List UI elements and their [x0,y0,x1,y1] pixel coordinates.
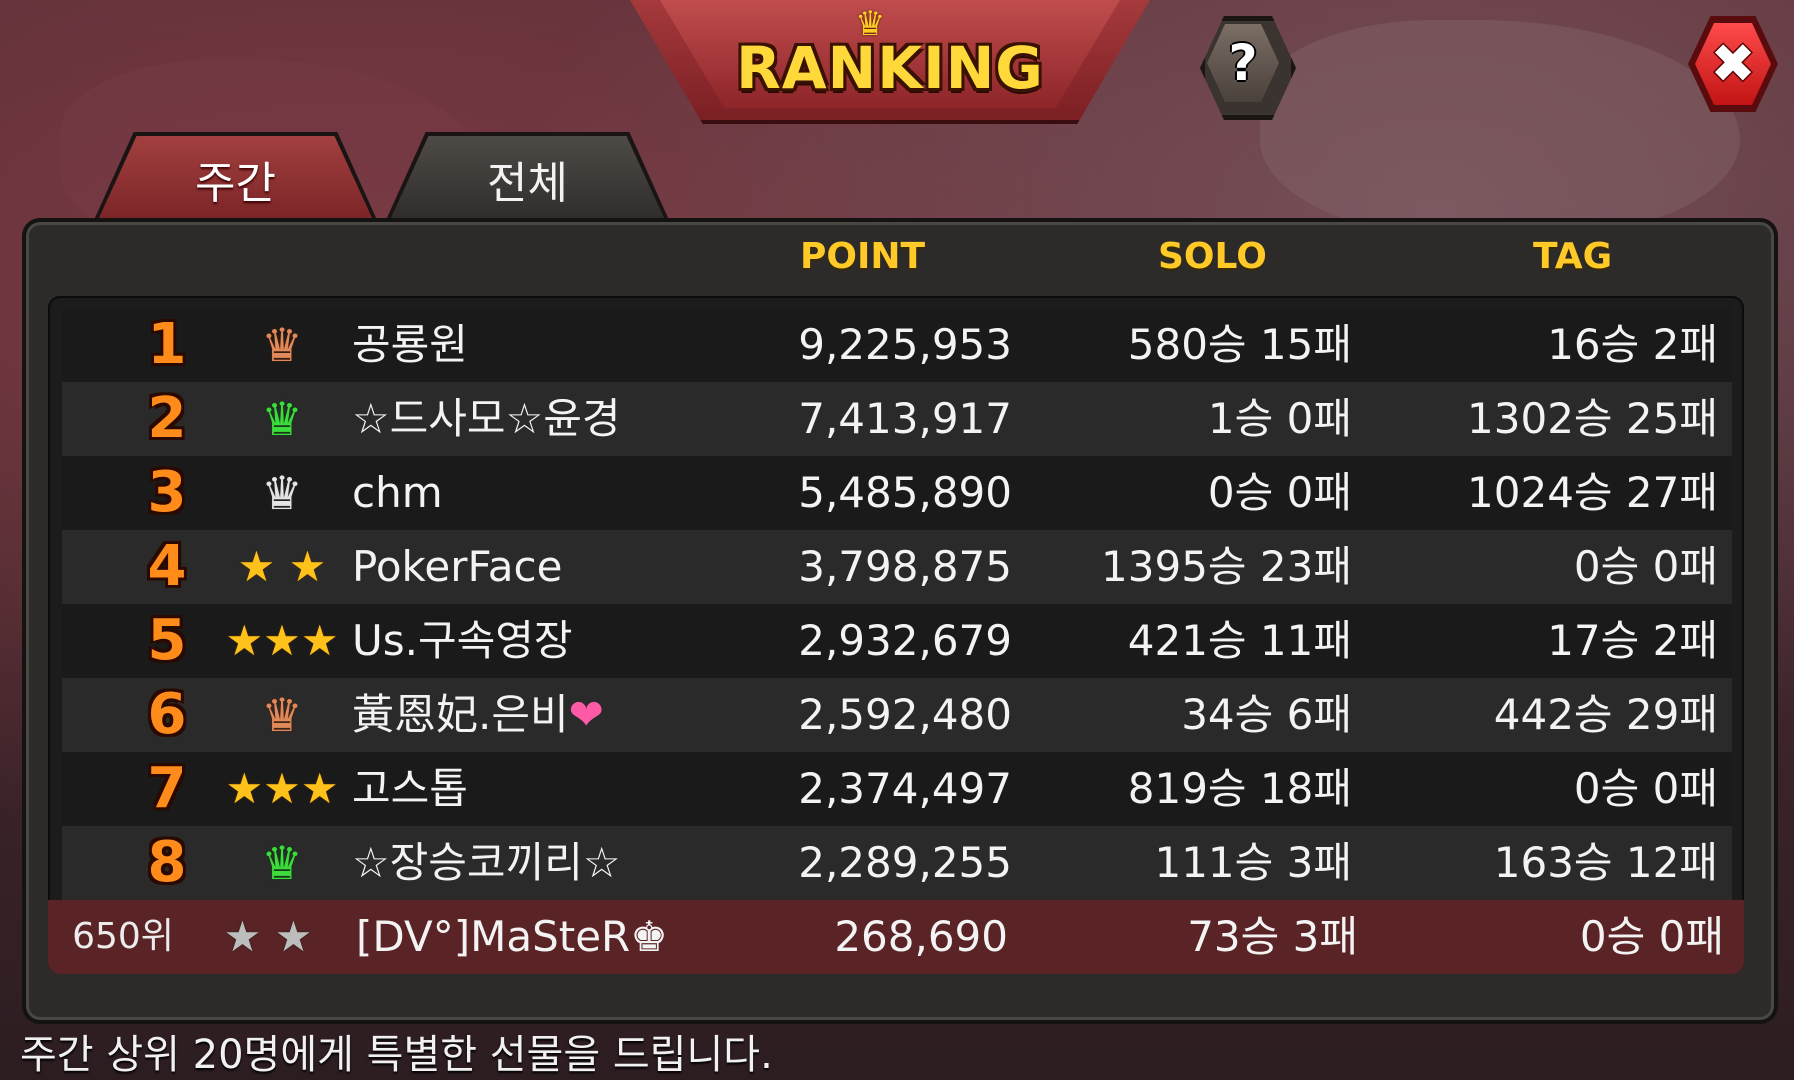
column-header-solo: SOLO [1158,236,1267,277]
green-crown-icon: ♛ [261,836,303,890]
point-value: 2,289,255 [798,838,1012,887]
rank-number: 4 [147,534,187,599]
heart-icon: ❤ [568,690,604,739]
tab-all[interactable]: 전체 [390,136,665,220]
tag-record: 0승 0패 [1573,764,1718,813]
point-value: 5,485,890 [798,468,1012,517]
grade-badge: ♛ [212,826,352,900]
gray-star-icon: ★ [223,912,262,961]
grade-badge: ♛ [212,382,352,456]
gray-star-icon: ★ [274,912,313,961]
tag-record: 1302승 25패 [1467,394,1718,443]
point-value: 9,225,953 [798,320,1012,369]
grade-badge: ★★★ [212,752,352,826]
solo-record: 0승 0패 [1207,468,1352,517]
grade-badge: ♛ [212,456,352,530]
tag-record: 1024승 27패 [1467,468,1718,517]
grade-badge: ★★★ [212,604,352,678]
solo-record: 34승 6패 [1181,690,1352,739]
grade-badge: ★ ★ [212,530,352,604]
background-creature [1260,20,1740,240]
my-rank-row[interactable]: 650위 ★ ★ [DV°]MaSteR♚ 268,690 73승 3패 0승 … [48,900,1744,974]
solo-record: 819승 18패 [1127,764,1352,813]
green-crown-icon: ♛ [261,392,303,446]
rank-number: 2 [147,386,187,451]
table-row[interactable]: 7 ★★★ 고스톱 2,374,497 819승 18패 0승 0패 [62,752,1732,826]
tab-weekly[interactable]: 주간 [98,136,373,220]
my-point-value: 268,690 [834,912,1008,961]
table-row[interactable]: 8 ♛ ☆장승코끼리☆ 2,289,255 111승 3패 163승 12패 [62,826,1732,900]
point-value: 2,932,679 [798,616,1012,665]
point-value: 2,592,480 [798,690,1012,739]
ranking-table: 1 ♛ 공룡원 9,225,953 580승 15패 16승 2패 2 ♛ ☆드… [48,296,1744,974]
grade-badge: ♛ [212,678,352,752]
star-icon: ★ [300,764,339,813]
rank-number: 7 [147,756,187,821]
table-row[interactable]: 2 ♛ ☆드사모☆윤경 7,413,917 1승 0패 1302승 25패 [62,382,1732,456]
bronze-crown-icon: ♛ [261,688,303,742]
point-value: 7,413,917 [798,394,1012,443]
star-icon: ★ [237,542,276,591]
player-name-text: 黃恩妃.은비 [352,690,569,739]
my-tag-record: 0승 0패 [1579,912,1724,961]
silver-crown-icon: ♛ [261,466,303,520]
tag-record: 442승 29패 [1493,690,1718,739]
table-row[interactable]: 3 ♛ chm 5,485,890 0승 0패 1024승 27패 [62,456,1732,530]
bronze-crown-icon: ♛ [261,318,303,372]
table-row[interactable]: 6 ♛ 黃恩妃.은비❤ 2,592,480 34승 6패 442승 29패 [62,678,1732,752]
star-icon: ★ [225,616,264,665]
rank-number: 5 [147,608,187,673]
solo-record: 421승 11패 [1127,616,1352,665]
my-solo-record: 73승 3패 [1187,912,1358,961]
question-icon: ? [1228,34,1258,92]
star-icon: ★ [263,764,301,813]
star-icon: ★ [263,616,301,665]
rank-number: 1 [147,312,187,377]
table-row[interactable]: 4 ★ ★ PokerFace 3,798,875 1395승 23패 0승 0… [62,530,1732,604]
close-icon: ✖ [1710,32,1756,95]
grade-badge: ★ ★ [198,900,338,974]
star-icon: ★ [288,542,327,591]
footer-message: 주간 상위 20명에게 특별한 선물을 드립니다. [20,1032,773,1078]
column-header-point: POINT [800,236,926,277]
tag-record: 163승 12패 [1493,838,1718,887]
column-header-tag: TAG [1533,236,1613,277]
table-row[interactable]: 5 ★★★ Us.구속영장 2,932,679 421승 11패 17승 2패 [62,604,1732,678]
solo-record: 1395승 23패 [1101,542,1352,591]
rank-number: 6 [147,682,187,747]
tag-record: 16승 2패 [1547,320,1718,369]
page-title: RANKING [736,34,1044,102]
solo-record: 1승 0패 [1207,394,1352,443]
rank-number: 8 [147,830,187,895]
solo-record: 580승 15패 [1127,320,1352,369]
point-value: 3,798,875 [798,542,1012,591]
grade-badge: ♛ [212,308,352,382]
star-icon: ★ [225,764,264,813]
table-row[interactable]: 1 ♛ 공룡원 9,225,953 580승 15패 16승 2패 [62,308,1732,382]
tag-record: 0승 0패 [1573,542,1718,591]
rank-number: 3 [147,460,187,525]
star-icon: ★ [300,616,339,665]
tag-record: 17승 2패 [1547,616,1718,665]
point-value: 2,374,497 [798,764,1012,813]
solo-record: 111승 3패 [1154,838,1352,887]
my-rank-number: 650위 [72,916,174,957]
